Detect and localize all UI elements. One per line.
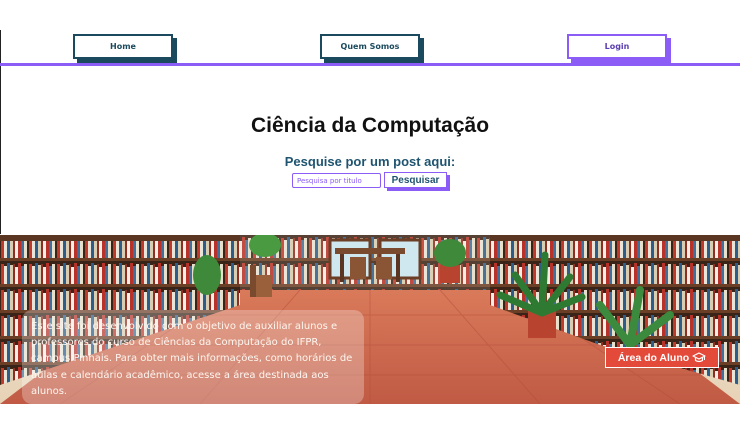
page-title: Ciência da Computação [250,114,490,137]
top-nav: Home Quem Somos Login [0,0,740,66]
search-input[interactable] [292,173,381,188]
page: Home Quem Somos Login Ciência da Computa… [0,0,740,434]
nav-divider [0,63,740,66]
student-area-label: Área do Aluno [617,351,690,364]
login-button[interactable]: Login [567,34,667,59]
graduation-cap-icon [692,351,706,362]
home-button[interactable]: Home [73,34,173,59]
site-description: Este site foi desenvolvido com o objetiv… [22,310,364,404]
about-button[interactable]: Quem Somos [320,34,420,59]
search-button[interactable]: Pesquisar [384,172,447,188]
student-area-button[interactable]: Área do Aluno [605,347,719,368]
search-label: Pesquise por um post aqui: [284,154,456,169]
